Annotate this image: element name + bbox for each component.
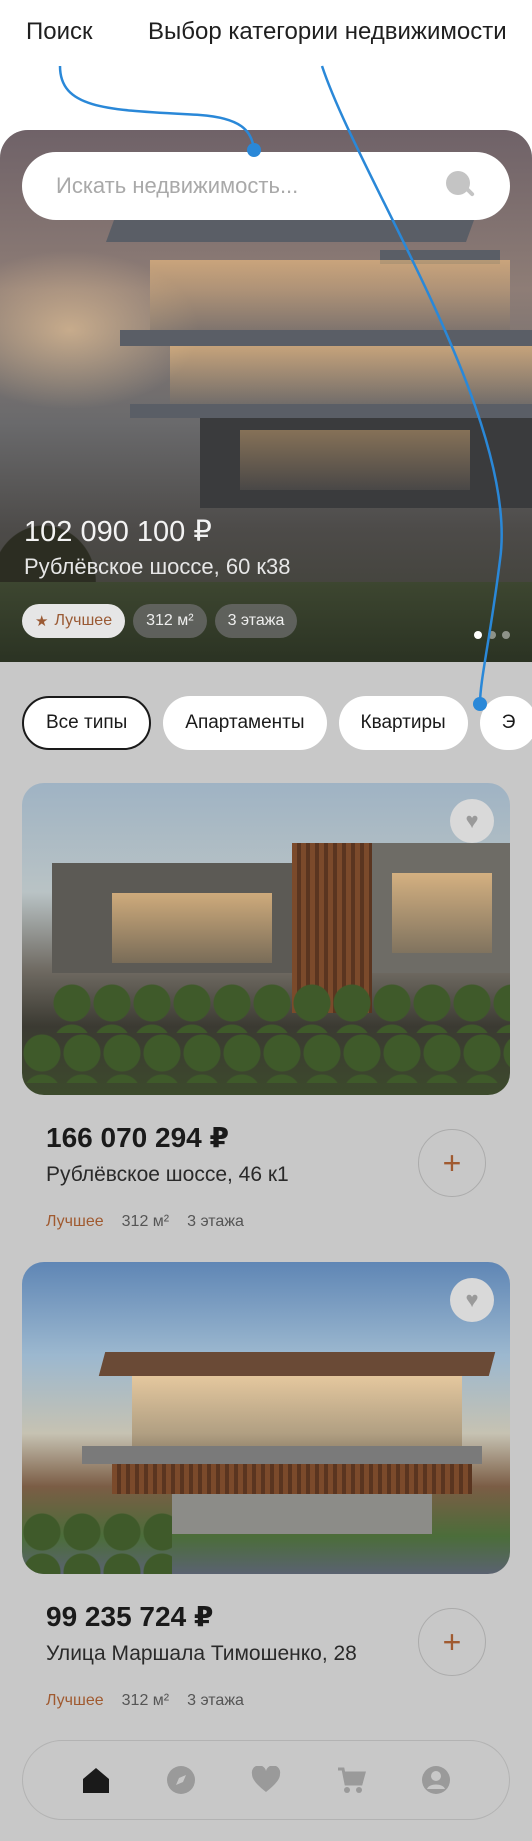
add-button[interactable]: + [418,1129,486,1197]
annotation-search-label: Поиск [26,18,93,45]
area-label: 312 м² [121,1692,170,1709]
heart-icon[interactable] [249,1763,283,1797]
hero-price: 102 090 100 ₽ [24,516,212,548]
carousel-dot[interactable] [488,631,496,639]
listing-price: 166 070 294 ₽ [46,1122,229,1153]
listing-meta: Лучшее 312 м² 3 этажа [46,1692,244,1710]
profile-icon[interactable] [419,1763,453,1797]
favorite-button[interactable]: ♥ [450,799,494,843]
bottom-tab-bar [22,1740,510,1820]
area-label: 312 м² [121,1213,170,1230]
chip-flats[interactable]: Квартиры [338,696,468,750]
hero-address: Рублёвское шоссе, 60 к38 [24,554,291,579]
floors-label: 3 этажа [187,1213,244,1230]
plus-icon: + [442,1623,462,1660]
search-bar[interactable]: Искать недвижимость... [22,152,510,220]
carousel-indicator[interactable] [474,631,510,639]
chip-apartments[interactable]: Апартаменты [163,696,327,750]
annotation-category-label: Выбор категории недвижимости [148,18,507,45]
chip-all-types[interactable]: Все типы [22,696,152,750]
heart-icon: ♥ [465,808,479,833]
carousel-dot[interactable] [502,631,510,639]
search-input[interactable]: Искать недвижимость... [56,173,446,199]
listing-price: 99 235 724 ₽ [46,1601,214,1632]
category-chips: Все типы Апартаменты Квартиры Э [22,696,532,750]
best-label: Лучшее [46,1692,104,1709]
heart-icon: ♥ [465,1287,479,1312]
hero-banner[interactable]: Искать недвижимость... 102 090 100 ₽ Руб… [0,130,532,662]
listing-photo[interactable]: ♥ [22,1262,510,1574]
favorite-button[interactable]: ♥ [450,1278,494,1322]
add-button[interactable]: + [418,1608,486,1676]
search-icon[interactable] [446,171,476,201]
listing-card[interactable]: ♥ 166 070 294 ₽ Рублёвское шоссе, 46 к1 … [22,783,510,1230]
floors-label: 3 этажа [187,1692,244,1709]
plus-icon: + [442,1144,462,1181]
listing-address: Рублёвское шоссе, 46 к1 [46,1163,289,1186]
listing-photo[interactable]: ♥ [22,783,510,1095]
hero-tags: ★ Лучшее 312 м² 3 этажа [22,604,298,638]
compass-icon[interactable] [164,1763,198,1797]
cart-icon[interactable] [334,1763,368,1797]
best-badge: ★ Лучшее [22,604,126,638]
star-icon: ★ [35,613,49,630]
carousel-dot[interactable] [474,631,482,639]
app-screen: Искать недвижимость... 102 090 100 ₽ Руб… [0,130,532,1841]
home-icon[interactable] [79,1763,113,1797]
best-label: Лучшее [46,1213,104,1230]
listing-meta: Лучшее 312 м² 3 этажа [46,1213,244,1231]
listing-card[interactable]: ♥ 99 235 724 ₽ Улица Маршала Тимошенко, … [22,1262,510,1709]
floors-badge: 3 этажа [214,604,298,638]
area-badge: 312 м² [133,604,207,638]
listing-address: Улица Маршала Тимошенко, 28 [46,1642,357,1665]
chip-more[interactable]: Э [479,696,532,750]
